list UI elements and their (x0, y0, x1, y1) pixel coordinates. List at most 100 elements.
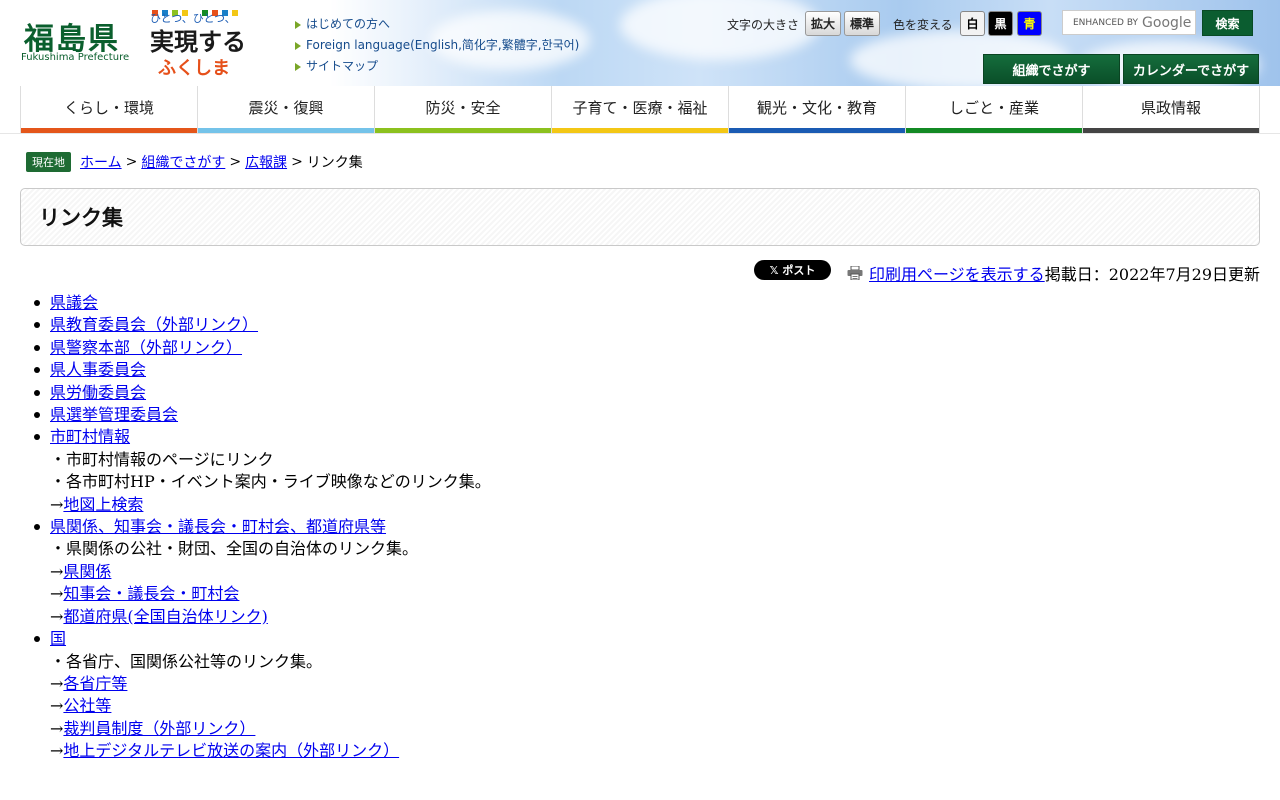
link-digital-tv-info[interactable]: 地上デジタルテレビ放送の案内（外部リンク） (63, 741, 399, 760)
nav-item-childcare-welfare[interactable]: 子育て・医療・福祉 (552, 86, 729, 133)
list-item: 県労働委員会 (34, 382, 1034, 404)
list-item-description: ・市町村情報のページにリンク (50, 449, 274, 469)
nav-item-label: 県政情報 (1140, 99, 1201, 117)
link-board-of-education[interactable]: 県教育委員会（外部リンク） (50, 315, 258, 334)
search-button[interactable]: 検索 (1202, 10, 1253, 36)
breadcrumb-current: リンク集 (306, 155, 363, 171)
catchphrase-logo: ひとつ、ひとつ、 実現する ふくしま (150, 10, 246, 78)
link-ministries[interactable]: 各省庁等 (63, 674, 127, 693)
nav-item-work-industry[interactable]: しごと・産業 (906, 86, 1083, 133)
color-blue-button[interactable]: 青 (1017, 11, 1042, 36)
link-prefectures-nationwide[interactable]: 都道府県(全国自治体リンク) (63, 607, 268, 626)
nav-item-prefectural-info[interactable]: 県政情報 (1083, 86, 1260, 133)
header-link-beginners[interactable]: はじめての方へ (295, 14, 579, 35)
breadcrumb-separator: > (125, 154, 138, 170)
link-police-hq[interactable]: 県警察本部（外部リンク） (50, 338, 242, 357)
arrow-icon: → (50, 696, 64, 716)
site-header: 福島県 Fukushima Prefecture ひとつ、ひとつ、 実現する ふ… (0, 0, 1280, 86)
bullet-icon (34, 434, 40, 441)
list-item: 国 ・各省庁、国関係公社等のリンク集。 →各省庁等 →公社等 →裁判員制度（外部… (34, 628, 1034, 762)
link-public-corporations[interactable]: 公社等 (63, 696, 111, 715)
link-map-search[interactable]: 地図上検索 (63, 495, 143, 514)
bullet-icon (34, 367, 40, 374)
arrow-icon: → (50, 584, 64, 604)
bullet-icon (34, 300, 40, 306)
font-size-enlarge-button[interactable]: 拡大 (805, 11, 841, 36)
nav-item-tourism-culture[interactable]: 観光・文化・教育 (729, 86, 906, 133)
list-item: 県人事委員会 (34, 359, 1034, 381)
breadcrumb-pr-division-link[interactable]: 広報課 (245, 152, 287, 172)
bullet-icon (34, 636, 40, 643)
link-personnel-commission[interactable]: 県人事委員会 (50, 360, 146, 379)
link-labor-commission[interactable]: 県労働委員会 (50, 383, 146, 402)
color-white-button[interactable]: 白 (960, 11, 985, 36)
site-logo-subtitle: Fukushima Prefecture (21, 52, 130, 63)
arrow-icon: → (50, 718, 64, 738)
search-input[interactable]: ENHANCED BY Google (1062, 10, 1196, 35)
catch-line-2: 実現する (150, 28, 246, 56)
x-post-button[interactable]: 𝕏 ポスト (754, 260, 831, 280)
list-item-description: ・県関係の公社・財団、全国の自治体のリンク集。 (50, 539, 419, 559)
nav-item-living[interactable]: くらし・環境 (20, 86, 198, 133)
list-item: 県議会 (34, 292, 1034, 314)
arrow-icon: → (50, 606, 64, 626)
list-item: 県教育委員会（外部リンク） (34, 314, 1034, 336)
link-election-commission[interactable]: 県選挙管理委員会 (50, 405, 178, 424)
link-prefecture-related-orgs[interactable]: 県関係 (63, 562, 111, 581)
nav-item-label: 防災・安全 (425, 99, 501, 117)
global-nav: くらし・環境 震災・復興 防災・安全 子育て・医療・福祉 観光・文化・教育 しご… (20, 86, 1260, 133)
link-lay-judge-system[interactable]: 裁判員制度（外部リンク） (63, 719, 255, 738)
list-item: 県警察本部（外部リンク） (34, 337, 1034, 359)
header-link-foreign-language[interactable]: Foreign language(English,简化字,繁體字,한국어) (295, 35, 579, 56)
page-title-box: リンク集 (20, 188, 1260, 246)
search-placeholder-prefix: ENHANCED BY (1073, 17, 1139, 28)
nav-item-disaster-recovery[interactable]: 震災・復興 (198, 86, 375, 133)
color-black-button[interactable]: 黒 (988, 11, 1013, 36)
print-page-link[interactable]: 印刷用ページを表示する (869, 261, 1045, 285)
org-search-button[interactable]: 組織でさがす (983, 54, 1120, 84)
arrow-icon: → (50, 494, 64, 514)
link-list: 県議会 県教育委員会（外部リンク） 県警察本部（外部リンク） 県人事委員会 県労… (34, 292, 1034, 763)
nav-item-label: 震災・復興 (248, 99, 324, 117)
list-item: 県関係、知事会・議長会・町村会、都道府県等 ・県関係の公社・財団、全国の自治体の… (34, 516, 1034, 628)
nav-item-label: 観光・文化・教育 (756, 99, 877, 117)
triangle-right-icon (295, 20, 301, 29)
link-prefecture-related[interactable]: 県関係、知事会・議長会・町村会、都道府県等 (50, 517, 386, 536)
header-link-sitemap[interactable]: サイトマップ (295, 56, 579, 77)
link-prefectural-assembly[interactable]: 県議会 (50, 293, 98, 312)
bullet-icon (34, 322, 40, 329)
link-national[interactable]: 国 (50, 629, 66, 648)
bullet-icon (34, 524, 40, 531)
current-location-badge: 現在地 (26, 152, 71, 172)
bullet-icon (34, 412, 40, 419)
arrow-icon: → (50, 673, 64, 693)
arrow-icon: → (50, 561, 64, 581)
list-item-description: ・各省庁、国関係公社等のリンク集。 (50, 651, 323, 671)
breadcrumb-separator: > (291, 154, 303, 170)
catch-line-3: ふくしま (158, 58, 230, 78)
triangle-right-icon (295, 62, 301, 71)
font-size-standard-button[interactable]: 標準 (844, 11, 880, 36)
nav-divider (0, 133, 1280, 134)
header-links: はじめての方へ Foreign language(English,简化字,繁體字… (295, 14, 579, 77)
color-change-label: 色を変える (893, 18, 953, 32)
calendar-search-button[interactable]: カレンダーでさがす (1123, 54, 1259, 84)
breadcrumb-org-search-link[interactable]: 組織でさがす (141, 152, 225, 172)
link-governors-associations[interactable]: 知事会・議長会・町村会 (63, 584, 239, 603)
print-link-wrap: 印刷用ページを表示する (847, 261, 1045, 285)
breadcrumb-home-link[interactable]: ホーム (80, 152, 122, 172)
nav-item-label: 子育て・医療・福祉 (572, 99, 708, 117)
nav-item-label: くらし・環境 (63, 99, 154, 117)
printer-icon (847, 266, 863, 280)
arrow-icon: → (50, 741, 64, 761)
page-title: リンク集 (39, 206, 123, 230)
link-municipal-info[interactable]: 市町村情報 (50, 427, 130, 446)
triangle-right-icon (295, 41, 301, 50)
updated-date: 掲載日：2022年7月29日更新 (1044, 265, 1260, 284)
nav-item-safety[interactable]: 防災・安全 (375, 86, 552, 133)
breadcrumb-separator: > (229, 154, 242, 170)
font-size-label: 文字の大きさ (727, 18, 800, 32)
search-placeholder-brand: Google (1142, 14, 1192, 31)
list-item: 県選挙管理委員会 (34, 404, 1034, 426)
bullet-icon (34, 344, 40, 351)
